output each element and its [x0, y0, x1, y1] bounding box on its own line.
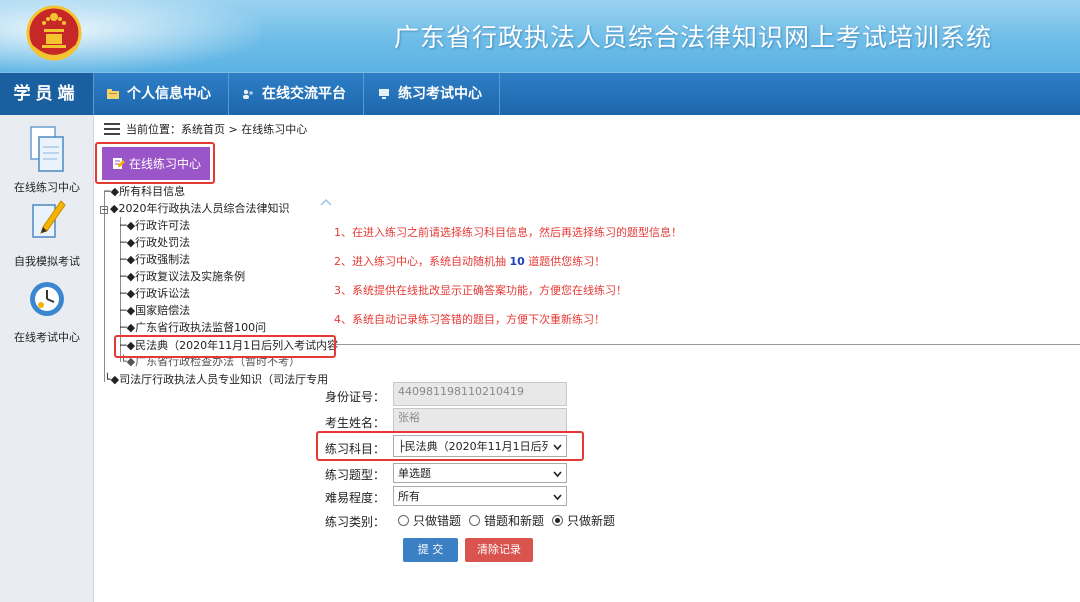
tree-item-subject[interactable]: ─◆行政强制法: [120, 252, 190, 268]
tree-item-label: 行政处罚法: [135, 236, 191, 249]
nav-personal-info-label: 个人信息中心: [127, 86, 211, 102]
documents-icon: [30, 126, 64, 172]
monitor-icon: [379, 89, 389, 99]
tree-item-subject[interactable]: ─◆行政复议法及实施条例: [120, 269, 245, 285]
sidebar-item-online-practice[interactable]: 在线练习中心: [0, 125, 94, 195]
pencil-icon: [32, 200, 66, 238]
note-3: 3、系统提供在线批改显示正确答案功能，方便您在线练习！: [334, 284, 627, 297]
highlight-box-civil-code: [114, 335, 336, 358]
id-field[interactable]: 440981198110210419: [393, 382, 567, 406]
sidebar-item-label: 在线考试中心: [14, 331, 80, 344]
random-count: 10: [509, 255, 525, 268]
tree-item-subject[interactable]: ─◆国家赔偿法: [120, 303, 190, 319]
radio-label: 只做新题: [567, 514, 616, 528]
tree-group-2020[interactable]: − ◆2020年行政执法人员综合法律知识: [100, 201, 289, 217]
difficulty-select[interactable]: 所有: [393, 486, 567, 506]
national-emblem-icon: [26, 5, 82, 61]
page-header: 广东省行政执法人员综合法律知识网上考试培训系统: [0, 0, 1080, 72]
difficulty-select-value: 所有: [398, 490, 420, 503]
tree-item-label: 行政强制法: [135, 253, 191, 266]
clock-icon: [30, 282, 64, 316]
nav-personal-info[interactable]: 个人信息中心: [95, 73, 229, 115]
left-sidebar: 在线练习中心 自我模拟考试 在线考试中心: [0, 115, 94, 602]
tree-item-label: 国家赔偿法: [135, 304, 191, 317]
note-2: 2、进入练习中心，系统自动随机抽 10 道题供您练习！: [334, 255, 606, 268]
tree-item-subject[interactable]: ─◆行政诉讼法: [120, 286, 190, 302]
tree-line: [104, 192, 105, 382]
tree-item-label: 行政许可法: [135, 219, 191, 232]
clear-records-button[interactable]: 清除记录: [465, 538, 533, 562]
tree-group-justice[interactable]: └◆司法厅行政执法人员专业知识（司法厅专用: [104, 372, 328, 388]
nav-practice-exam-label: 练习考试中心: [398, 86, 482, 102]
tree-item-subject[interactable]: ─◆广东省行政执法监督100问: [120, 320, 266, 336]
nav-online-exchange[interactable]: 在线交流平台: [230, 73, 364, 115]
nav-online-exchange-label: 在线交流平台: [262, 86, 346, 102]
sidebar-item-online-exam[interactable]: 在线考试中心: [0, 275, 94, 345]
tree-item-subject[interactable]: ─◆行政处罚法: [120, 235, 190, 251]
highlight-box-tab: [95, 142, 215, 184]
difficulty-label: 难易程度：: [324, 491, 385, 505]
radio-wrong-only[interactable]: [398, 515, 409, 526]
tree-item-label: 2020年行政执法人员综合法律知识: [118, 202, 290, 215]
divider-line: [336, 344, 1080, 345]
category-radio-group: 只做错题 错题和新题 只做新题: [398, 512, 615, 529]
breadcrumb: 当前位置：系统首页 > 在线练习中心: [104, 121, 307, 137]
radio-label: 错题和新题: [484, 514, 545, 528]
note-1: 1、在进入练习之前请选择练习科目信息，然后再选择练习的题型信息！: [334, 226, 682, 239]
tree-item-label: 广东省行政执法监督100问: [135, 321, 267, 334]
submit-button[interactable]: 提 交: [403, 538, 458, 562]
tree-item-label: 行政复议法及实施条例: [135, 270, 246, 283]
sidebar-item-label: 在线练习中心: [14, 181, 80, 194]
tree-item-label: 行政诉讼法: [135, 287, 191, 300]
note-4: 4、系统自动记录练习答错的题目，方便下次重新练习！: [334, 313, 605, 326]
name-label: 考生姓名：: [324, 416, 385, 430]
radio-wrong-and-new[interactable]: [469, 515, 481, 526]
sidebar-item-label: 自我模拟考试: [14, 255, 80, 268]
chevron-down-icon: [553, 493, 562, 500]
radio-new-only[interactable]: [552, 515, 564, 526]
category-label: 练习类别：: [324, 515, 385, 529]
chevron-down-icon: [553, 470, 562, 477]
folder-icon: [107, 89, 119, 99]
chevron-up-icon[interactable]: [320, 198, 332, 206]
menu-icon[interactable]: [104, 123, 120, 135]
collapse-icon[interactable]: −: [100, 206, 108, 214]
tree-item-all-subjects[interactable]: ─◆所有科目信息: [104, 184, 185, 200]
type-select[interactable]: 单选题: [393, 463, 567, 483]
sidebar-item-mock-exam[interactable]: 自我模拟考试: [0, 199, 94, 269]
nav-brand: 学员端: [0, 73, 94, 115]
breadcrumb-text: 当前位置：系统首页 > 在线练习中心: [126, 123, 308, 136]
tree-item-label: 所有科目信息: [119, 185, 186, 198]
top-nav: 学员端 个人信息中心 在线交流平台 练习考试中心: [0, 72, 1080, 115]
id-label: 身份证号：: [324, 390, 385, 404]
users-icon: [243, 89, 253, 99]
tree-item-label: 司法厅行政执法人员专业知识（司法厅专用: [119, 373, 329, 386]
highlight-box-subject: [316, 431, 584, 461]
name-field[interactable]: 张裕: [393, 408, 567, 432]
radio-label: 只做错题: [413, 514, 462, 528]
tree-item-subject[interactable]: ─◆行政许可法: [120, 218, 190, 234]
system-title: 广东省行政执法人员综合法律知识网上考试培训系统: [393, 23, 992, 52]
type-select-value: 单选题: [398, 467, 431, 480]
type-label: 练习题型：: [324, 468, 385, 482]
nav-practice-exam[interactable]: 练习考试中心: [366, 73, 500, 115]
